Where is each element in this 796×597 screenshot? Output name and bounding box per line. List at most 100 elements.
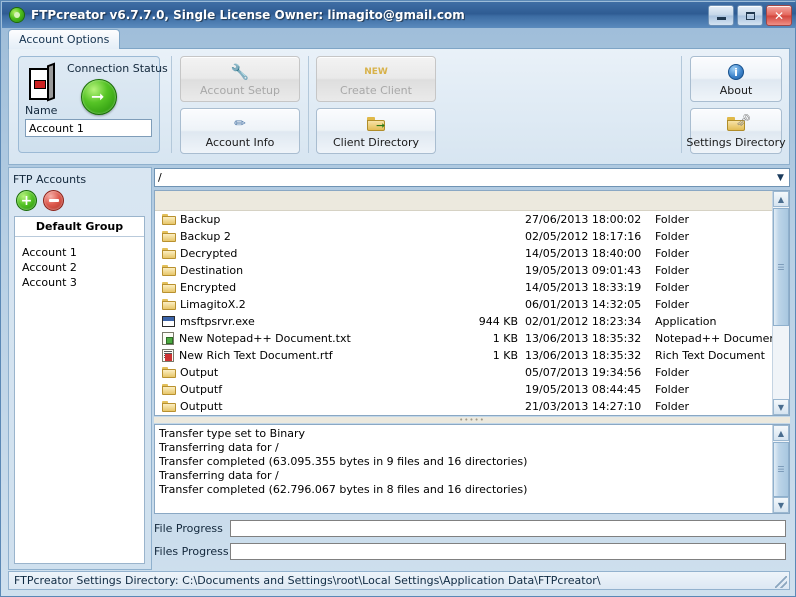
app-gear-icon <box>9 7 25 23</box>
file-list-header <box>155 191 789 211</box>
connection-status-group: Connection Status ➞ Name <box>18 56 168 153</box>
account-list-item[interactable]: Account 1 <box>15 245 144 260</box>
scroll-up-icon[interactable]: ▲ <box>773 191 789 207</box>
file-date: 13/06/2013 18:35:32 <box>525 332 642 345</box>
file-type: Rich Text Document <box>655 349 765 362</box>
create-client-button[interactable]: NEW Create Client <box>316 56 436 102</box>
file-type: Folder <box>655 298 689 311</box>
account-name-input[interactable] <box>25 119 152 137</box>
file-date: 02/05/2012 18:17:16 <box>525 230 642 243</box>
account-list-item[interactable]: Account 2 <box>15 260 144 275</box>
log-scrollbar[interactable]: ▲ ☰ ▼ <box>772 425 789 513</box>
tab-strip: Account Options <box>8 29 790 49</box>
file-progress-label: File Progress <box>154 522 223 535</box>
scroll-up-icon[interactable]: ▲ <box>773 425 789 441</box>
account-setup-label: Account Setup <box>200 83 280 97</box>
file-name: Outputf <box>180 383 223 396</box>
scroll-down-icon[interactable]: ▼ <box>773 497 789 513</box>
file-type: Folder <box>655 230 689 243</box>
toolbar-separator-2 <box>308 56 309 153</box>
progress-area: File Progress Files Progress <box>154 520 790 566</box>
account-info-label: Account Info <box>205 135 275 149</box>
new-badge-icon: NEW <box>364 66 388 77</box>
tab-account-options[interactable]: Account Options <box>8 29 121 49</box>
settings-directory-button[interactable]: 🗝 Settings Directory <box>686 108 786 154</box>
transfer-log[interactable]: Transfer type set to Binary Transferring… <box>154 424 790 514</box>
file-name: LimagitoX.2 <box>180 298 246 311</box>
file-date: 14/05/2013 18:33:19 <box>525 281 642 294</box>
account-setup-button[interactable]: 🔧 Account Setup <box>180 56 300 102</box>
ftp-accounts-title: FTP Accounts <box>13 173 87 186</box>
file-date: 19/05/2013 09:01:43 <box>525 264 642 277</box>
maximize-button[interactable] <box>737 5 763 26</box>
account-list-item[interactable]: Account 3 <box>15 275 144 290</box>
file-type: Folder <box>655 366 689 379</box>
window-controls: ✕ <box>708 5 792 26</box>
minimize-button[interactable] <box>708 5 734 26</box>
remote-file-list[interactable]: Backup 27/06/2013 18:00:02 Folder Backup… <box>154 190 790 416</box>
folder-key-icon: 🗝 <box>727 114 751 134</box>
table-row[interactable]: Outputt 21/03/2013 14:27:10 Folder <box>155 398 789 415</box>
status-bar-text: FTPcreator Settings Directory: C:\Docume… <box>14 574 601 587</box>
file-list-scrollbar[interactable]: ▲ ☰ ▼ <box>772 191 789 415</box>
account-info-button[interactable]: ✏ Account Info <box>180 108 300 154</box>
toolbar-separator-3 <box>681 56 682 153</box>
remote-path-value: / <box>158 171 162 184</box>
table-row[interactable]: LimagitoX.2 06/01/2013 14:32:05 Folder <box>155 296 789 313</box>
panel-splitter[interactable]: ••••• <box>154 417 790 424</box>
client-directory-button[interactable]: ➞ Client Directory <box>316 108 436 154</box>
file-date: 19/05/2013 08:44:45 <box>525 383 642 396</box>
table-row[interactable]: Encrypted 14/05/2013 18:33:19 Folder <box>155 279 789 296</box>
application-icon <box>162 316 175 327</box>
file-type: Application <box>655 315 717 328</box>
log-line: Transferring data for / <box>159 441 279 454</box>
resize-grip-icon[interactable] <box>775 576 787 588</box>
file-name: Backup <box>180 213 221 226</box>
file-progress-bar <box>230 520 786 537</box>
remove-account-button[interactable] <box>43 190 64 211</box>
file-type: Notepad++ Document <box>655 332 781 345</box>
file-name: Output <box>180 366 219 379</box>
info-icon: i <box>728 62 744 82</box>
folder-icon <box>162 214 176 225</box>
plug-socket-icon <box>27 62 57 102</box>
add-account-button[interactable]: + <box>16 190 37 211</box>
close-button[interactable]: ✕ <box>766 5 792 26</box>
scroll-down-icon[interactable]: ▼ <box>773 399 789 415</box>
connection-status-icon[interactable]: ➞ <box>81 79 117 115</box>
chevron-down-icon[interactable]: ▼ <box>772 169 789 186</box>
table-row[interactable]: Decrypted 14/05/2013 18:40:00 Folder <box>155 245 789 262</box>
file-size: 1 KB <box>492 332 518 345</box>
log-line: Transferring data for / <box>159 469 279 482</box>
name-label: Name <box>25 104 58 117</box>
table-row[interactable]: Destination 19/05/2013 09:01:43 Folder <box>155 262 789 279</box>
file-name: Decrypted <box>180 247 238 260</box>
table-row[interactable]: Outputf 19/05/2013 08:44:45 Folder <box>155 381 789 398</box>
table-row[interactable]: New Notepad++ Document.txt 1 KB 13/06/20… <box>155 330 789 347</box>
log-scroll-thumb[interactable]: ☰ <box>773 442 789 497</box>
ftp-accounts-panel: FTP Accounts + Default Group Account 1 A… <box>8 167 152 570</box>
table-row[interactable]: msftpsrvr.exe 944 KB 02/01/2012 18:23:34… <box>155 313 789 330</box>
file-date: 27/06/2013 18:00:02 <box>525 213 642 226</box>
table-row[interactable]: New Rich Text Document.rtf 1 KB 13/06/20… <box>155 347 789 364</box>
remote-path-combobox[interactable]: / ▼ <box>154 168 790 187</box>
file-size: 1 KB <box>492 349 518 362</box>
client-directory-label: Client Directory <box>332 135 420 149</box>
folder-icon <box>162 231 176 242</box>
app-window: FTPcreator v6.7.7.0, Single License Owne… <box>0 0 796 597</box>
pencil-note-icon: ✏ <box>234 115 246 132</box>
connection-status-label: Connection Status <box>67 62 168 75</box>
table-row[interactable]: Backup 2 02/05/2012 18:17:16 Folder <box>155 228 789 245</box>
file-list-scroll-thumb[interactable]: ☰ <box>773 208 789 326</box>
notepad-document-icon <box>162 332 174 345</box>
table-row[interactable]: Backup 27/06/2013 18:00:02 Folder <box>155 211 789 228</box>
file-type: Folder <box>655 213 689 226</box>
file-name: Encrypted <box>180 281 237 294</box>
file-type: Folder <box>655 264 689 277</box>
about-button[interactable]: i About <box>690 56 782 102</box>
accounts-list[interactable]: Default Group Account 1 Account 2 Accoun… <box>14 216 145 564</box>
table-row[interactable]: Output 05/07/2013 19:34:56 Folder <box>155 364 789 381</box>
file-name: New Notepad++ Document.txt <box>179 332 351 345</box>
file-type: Folder <box>655 247 689 260</box>
file-date: 05/07/2013 19:34:56 <box>525 366 642 379</box>
